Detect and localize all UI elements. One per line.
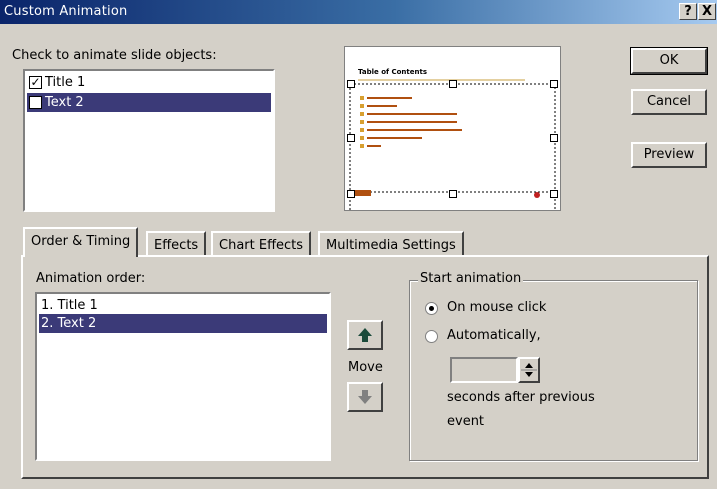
object-checkbox-title1[interactable]: ✓ [29, 76, 42, 89]
objects-list-label: Check to animate slide objects: [12, 48, 217, 63]
preview-handle [449, 190, 457, 198]
on-mouse-click-radio[interactable] [425, 302, 438, 315]
seconds-after-label-2: event [447, 414, 485, 429]
objects-list[interactable]: ✓ Title 1 ✓ Text 2 [23, 69, 275, 212]
custom-animation-dialog: Custom Animation ? X Check to animate sl… [0, 0, 717, 489]
tab-chart-effects[interactable]: Chart Effects [211, 231, 312, 257]
object-label-title1: Title 1 [45, 75, 86, 90]
tab-order-timing[interactable]: Order & Timing [23, 227, 139, 257]
on-mouse-click-label[interactable]: On mouse click [447, 300, 546, 315]
preview-handle [550, 80, 558, 88]
help-button[interactable]: ? [679, 3, 697, 20]
object-checkbox-text2[interactable]: ✓ [29, 96, 42, 109]
tab-effects[interactable]: Effects [146, 231, 207, 257]
preview-handle [550, 190, 558, 198]
down-arrow-icon [358, 390, 372, 404]
preview-handle [347, 190, 355, 198]
order-item-1[interactable]: 1. Title 1 [39, 296, 327, 315]
seconds-spinner[interactable] [518, 357, 540, 383]
preview-handle [449, 80, 457, 88]
order-item-1-label: 1. Title 1 [41, 298, 98, 313]
move-down-button[interactable] [347, 382, 383, 412]
automatically-radio[interactable] [425, 330, 438, 343]
up-arrow-icon [358, 328, 372, 342]
object-label-text2: Text 2 [45, 95, 84, 110]
tab-multimedia-settings[interactable]: Multimedia Settings [318, 231, 464, 257]
object-item-title1[interactable]: ✓ Title 1 [27, 73, 271, 92]
preview-button[interactable]: Preview [631, 142, 707, 168]
preview-handle [347, 80, 355, 88]
preview-handle [347, 134, 355, 142]
move-up-button[interactable] [347, 320, 383, 350]
animation-order-list[interactable]: 1. Title 1 2. Text 2 [35, 292, 331, 461]
animation-order-label: Animation order: [36, 271, 146, 286]
close-button[interactable]: X [698, 3, 716, 20]
ok-button[interactable]: OK [630, 47, 708, 75]
order-item-2-label: 2. Text 2 [41, 316, 97, 331]
move-label: Move [348, 360, 383, 375]
window-title: Custom Animation [4, 4, 128, 19]
start-animation-group-label: Start animation [418, 271, 524, 286]
seconds-after-label: seconds after previous [447, 390, 595, 405]
slide-preview: Table of Contents [344, 46, 561, 233]
seconds-input[interactable] [450, 357, 518, 383]
spinner-arrows-icon [521, 363, 537, 377]
order-item-2[interactable]: 2. Text 2 [39, 314, 327, 333]
cancel-button[interactable]: Cancel [631, 89, 707, 115]
preview-slide-title: Table of Contents [358, 68, 427, 76]
automatically-label[interactable]: Automatically, [447, 328, 541, 343]
slide-preview-graphic: Table of Contents [349, 68, 556, 233]
title-bar: Custom Animation ? X [0, 0, 717, 24]
object-item-text2[interactable]: ✓ Text 2 [27, 93, 271, 112]
preview-handle [550, 134, 558, 142]
